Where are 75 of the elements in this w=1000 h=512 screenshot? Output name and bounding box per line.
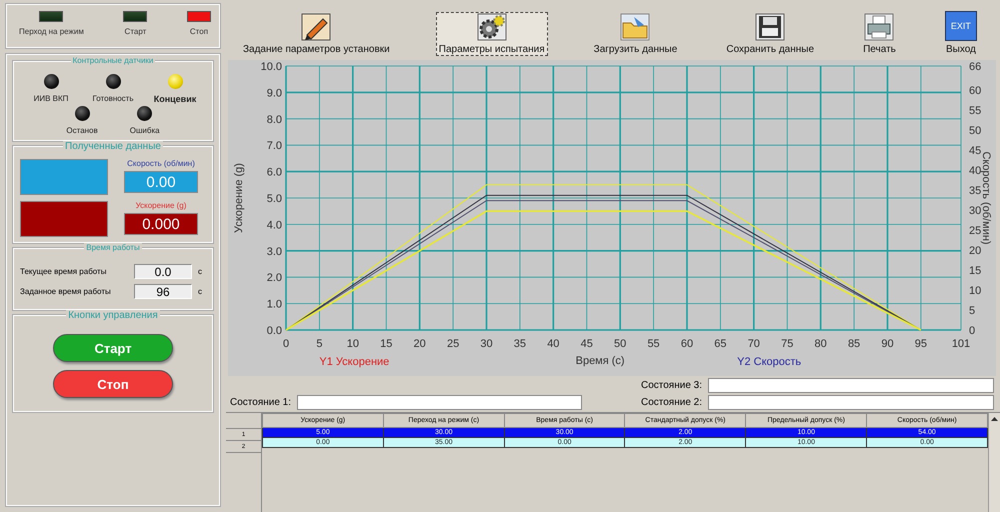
status-label: Состояние 2: <box>640 397 702 408</box>
y2-tick-label: 55 <box>969 105 982 117</box>
x-tick-label: 25 <box>446 338 460 350</box>
y2-axis-title: Скорость (об/мин) <box>980 151 992 245</box>
unit-label: с <box>198 267 202 276</box>
y-tick-label: 8.0 <box>266 114 282 126</box>
time-label: Текущее время работы <box>20 267 108 276</box>
x-tick-label: 75 <box>781 338 794 350</box>
x-axis-title: Время (с) <box>576 355 625 367</box>
x-tick-label: 5 <box>316 338 322 350</box>
x-tick-label: 35 <box>514 338 526 350</box>
x-tick-label: 101 <box>952 338 970 350</box>
x-tick-label: 60 <box>680 338 694 350</box>
acceleration-value: 0.000 <box>124 213 198 235</box>
unit-label: с <box>198 287 202 296</box>
x-tick-label: 10 <box>346 338 359 350</box>
y-tick-label: 0.0 <box>266 325 282 337</box>
y-tick-label: 2.0 <box>266 272 282 284</box>
y2-tick-label: 40 <box>969 165 982 177</box>
y2-tick-label: 10 <box>969 285 982 297</box>
exit-icon: EXIT <box>944 11 977 41</box>
x-tick-label: 85 <box>848 338 860 350</box>
y-tick-label: 5.0 <box>266 193 282 205</box>
y-tick-label: 1.0 <box>266 298 282 311</box>
x-tick-label: 55 <box>647 338 660 350</box>
speed-label: Скорость (об/мин) <box>127 159 195 168</box>
y-axis-title: Ускорение (g) <box>233 163 245 233</box>
y2-tick-label: 20 <box>969 245 982 257</box>
y2-tick-label: 5 <box>969 305 976 317</box>
group-title: Контрольные датчики <box>70 56 156 65</box>
group-title: Полученные данные <box>63 141 163 152</box>
sensor-label: Останов <box>66 126 98 135</box>
status-label: Состояние 1: <box>230 397 292 408</box>
x-tick-label: 65 <box>714 338 727 350</box>
y2-tick-label: 35 <box>969 185 982 197</box>
y2-tick-label: 15 <box>969 265 982 277</box>
x-tick-label: 95 <box>914 338 928 350</box>
speed-value: 0.00 <box>124 171 198 193</box>
indicator-label: Старт <box>124 27 146 36</box>
y-tick-label: 3.0 <box>266 246 282 258</box>
x-tick-label: 20 <box>414 338 426 350</box>
y-tick-label: 9.0 <box>266 87 282 100</box>
x-tick-label: 80 <box>814 338 827 350</box>
x-tick-label: 90 <box>881 338 894 350</box>
x-tick-label: 70 <box>748 338 760 350</box>
legend-label: Y1 Ускорение <box>319 356 390 368</box>
y2-tick-label: 45 <box>969 145 982 157</box>
y2-tick-label: 66 <box>969 61 982 73</box>
time-label: Заданное время работы <box>20 287 112 296</box>
y2-tick-label: 50 <box>969 125 982 137</box>
sensor-label: Концевик <box>154 94 196 104</box>
y-tick-label: 10.0 <box>260 61 282 73</box>
x-tick-label: 40 <box>547 338 560 350</box>
group-title: Время работы <box>84 243 142 252</box>
y2-tick-label: 60 <box>969 85 982 97</box>
x-tick-label: 0 <box>282 338 290 350</box>
acceleration-label: Ускорение (g) <box>136 201 186 210</box>
sensor-label: Ошибка <box>130 126 160 135</box>
y2-tick-label: 25 <box>969 225 982 237</box>
sensor-label: Готовность <box>92 94 134 103</box>
status-label: Состояние 3: <box>640 380 702 391</box>
indicator-label: Перход на режим <box>19 27 84 36</box>
x-tick-label: 45 <box>580 338 593 350</box>
x-tick-label: 15 <box>380 338 392 350</box>
group-title: Кнопки управления <box>66 310 160 321</box>
y2-tick-label: 0 <box>969 325 976 337</box>
x-tick-label: 30 <box>480 338 493 350</box>
sensor-label: ИИВ ВКП <box>34 94 68 103</box>
indicator-label: Стоп <box>190 27 208 36</box>
x-tick-label: 50 <box>614 338 626 350</box>
legend-label: Y2 Скорость <box>737 356 802 368</box>
y-tick-label: 4.0 <box>266 219 282 232</box>
y-tick-label: 6.0 <box>266 166 282 179</box>
y2-tick-label: 30 <box>969 205 982 217</box>
y-tick-label: 7.0 <box>266 140 282 152</box>
